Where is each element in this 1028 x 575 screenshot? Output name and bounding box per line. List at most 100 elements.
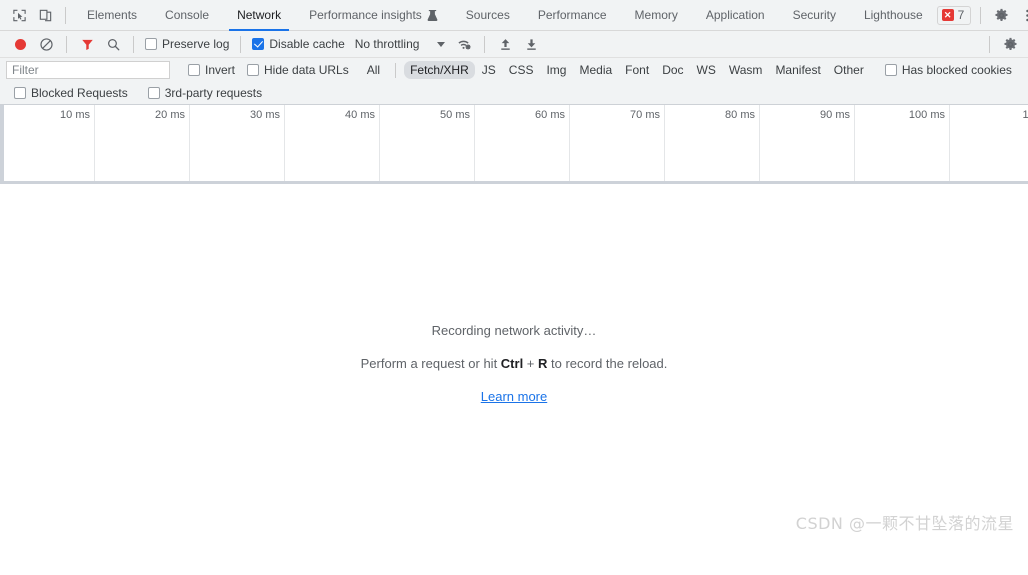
tab-label: Sources: [465, 8, 510, 22]
timeline-tick-label: 110: [1022, 109, 1028, 121]
recording-hint-text: Perform a request or hit Ctrl + R to rec…: [361, 356, 668, 371]
tab-network[interactable]: Network: [223, 0, 295, 31]
tab-application[interactable]: Application: [692, 0, 779, 31]
hint-key-r: R: [538, 355, 548, 371]
type-filter-media[interactable]: Media: [573, 61, 618, 79]
toolbar-divider-1: [66, 35, 67, 53]
hide-data-urls-label: Hide data URLs: [264, 63, 349, 77]
wifi-gear-icon[interactable]: [451, 31, 477, 57]
devtools-tabbar: Elements Console Network Performance ins…: [0, 0, 1028, 31]
tab-label: Performance: [537, 8, 607, 22]
type-filter-manifest[interactable]: Manifest: [769, 61, 826, 79]
clear-button[interactable]: [33, 31, 59, 57]
has-blocked-cookies-label: Has blocked cookies: [901, 63, 1012, 77]
type-filter-css[interactable]: CSS: [503, 61, 540, 79]
tab-label: Network: [237, 8, 282, 22]
toolbar-divider-2: [133, 35, 134, 53]
tab-label: Security: [792, 8, 836, 22]
upload-arrow-icon[interactable]: [492, 31, 518, 57]
tab-console[interactable]: Console: [151, 0, 223, 31]
tab-performance-insights[interactable]: Performance insights: [295, 0, 452, 31]
gear-icon[interactable]: [988, 2, 1014, 28]
gear-icon[interactable]: [997, 31, 1023, 57]
tab-elements[interactable]: Elements: [73, 0, 151, 31]
type-filter-font[interactable]: Font: [619, 61, 655, 79]
tab-sources[interactable]: Sources: [452, 0, 524, 31]
type-filter-all[interactable]: All: [361, 61, 386, 79]
filter-divider: [395, 62, 397, 78]
checkbox-box: [252, 38, 265, 50]
type-filter-wasm[interactable]: Wasm: [723, 61, 769, 79]
chevron-down-icon: [437, 41, 446, 47]
record-dot-icon: [14, 38, 26, 50]
error-count-badge[interactable]: ✕ 7: [936, 5, 972, 25]
kebab-menu-icon[interactable]: [1014, 2, 1028, 28]
learn-more-link[interactable]: Learn more: [481, 389, 547, 404]
checkbox-box: [188, 64, 200, 76]
tab-performance[interactable]: Performance: [524, 0, 621, 31]
devtools-window: Elements Console Network Performance ins…: [0, 0, 1028, 575]
device-toolbar-icon[interactable]: [32, 2, 58, 28]
checkbox-box: [147, 87, 160, 99]
network-toolbar: Preserve log Disable cache No throttling: [0, 31, 1028, 58]
preserve-log-checkbox[interactable]: Preserve log: [145, 37, 229, 51]
third-party-requests-checkbox[interactable]: 3rd-party requests: [147, 86, 263, 100]
invert-checkbox[interactable]: Invert: [188, 63, 235, 77]
tabbar-divider: [65, 6, 66, 24]
timeline-overview[interactable]: 10 ms 20 ms 30 ms 40 ms 50 ms 60 ms 70 ms 80 ms…: [0, 105, 1028, 184]
hint-key-ctrl: Ctrl: [500, 355, 524, 371]
tab-label: Performance insights: [309, 8, 422, 22]
toolbar-divider-4: [484, 35, 486, 53]
tab-label: Lighthouse: [863, 8, 923, 22]
type-filter-other[interactable]: Other: [828, 61, 870, 79]
filter-bar-secondary: Blocked Requests 3rd-party requests: [0, 82, 1028, 105]
toolbar-divider-5: [989, 35, 990, 53]
throttling-value: No throttling: [354, 37, 420, 51]
checkbox-box: [884, 64, 897, 76]
funnel-icon[interactable]: [74, 31, 100, 57]
tab-lighthouse[interactable]: Lighthouse: [850, 0, 937, 31]
hint-suffix: to record the reload.: [547, 355, 668, 371]
hint-plus: +: [523, 355, 539, 371]
third-party-requests-label: 3rd-party requests: [164, 86, 263, 100]
search-input[interactable]: [6, 61, 170, 79]
throttling-dropdown[interactable]: No throttling: [355, 37, 446, 51]
tab-label: Elements: [87, 8, 138, 22]
error-icon: ✕: [941, 9, 954, 21]
checkbox-box: [145, 38, 157, 50]
checkbox-box: [14, 87, 26, 99]
error-count: 7: [957, 8, 965, 22]
tab-label: Memory: [634, 8, 678, 22]
type-filter-fetch-xhr[interactable]: Fetch/XHR: [404, 61, 475, 79]
tabbar-actions-divider: [980, 6, 982, 24]
timeline-tick: 110: [0, 105, 1028, 181]
disable-cache-checkbox[interactable]: Disable cache: [252, 37, 345, 51]
download-arrow-icon[interactable]: [518, 31, 544, 57]
network-empty-state: Recording network activity… Perform a re…: [0, 184, 1028, 542]
toolbar-divider-3: [240, 35, 242, 53]
tabbar-actions: ✕ 7: [936, 2, 1028, 28]
disable-cache-label: Disable cache: [269, 37, 345, 51]
tab-label: Console: [165, 8, 210, 22]
filter-bar: Invert Hide data URLs All Fetch/XHR JS C…: [0, 58, 1028, 82]
recording-status-text: Recording network activity…: [431, 322, 597, 338]
inspect-cursor-icon[interactable]: [6, 2, 32, 28]
invert-label: Invert: [205, 63, 236, 77]
tab-memory[interactable]: Memory: [621, 0, 692, 31]
type-filter-ws[interactable]: WS: [691, 61, 722, 79]
hint-prefix: Perform a request or hit: [360, 355, 501, 371]
blocked-requests-checkbox[interactable]: Blocked Requests: [14, 86, 128, 100]
hide-data-urls-checkbox[interactable]: Hide data URLs: [247, 63, 349, 77]
tab-label: Application: [705, 8, 765, 22]
network-toolbar-right: [982, 31, 1028, 57]
type-filter-img[interactable]: Img: [540, 61, 572, 79]
blocked-requests-label: Blocked Requests: [31, 86, 128, 100]
watermark-text: CSDN @一颗不甘坠落的流星: [795, 514, 1014, 533]
record-button[interactable]: [7, 31, 33, 57]
type-filter-doc[interactable]: Doc: [656, 61, 689, 79]
tab-security[interactable]: Security: [779, 0, 850, 31]
search-icon[interactable]: [100, 31, 126, 57]
type-filter-js[interactable]: JS: [476, 61, 502, 79]
has-blocked-cookies-checkbox[interactable]: Has blocked cookies: [884, 63, 1012, 77]
checkbox-box: [247, 64, 260, 76]
